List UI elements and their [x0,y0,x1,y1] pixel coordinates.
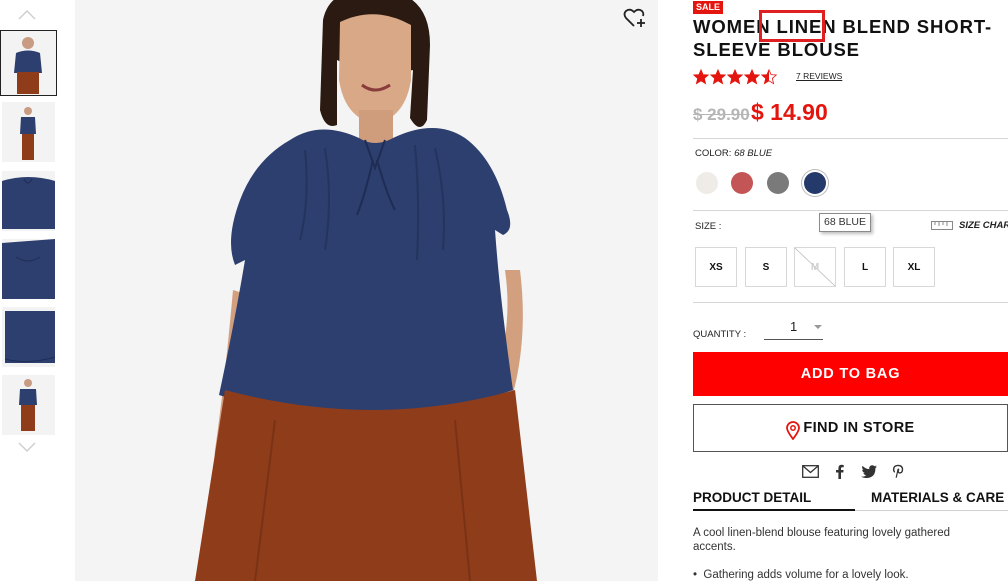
divider [693,138,1008,139]
product-info-panel: SALE WOMEN LINEN BLEND SHORT-SLEEVE BLOU… [693,0,1008,581]
thumbnail-2[interactable] [2,102,55,162]
color-tooltip: 68 BLUE [819,213,871,232]
twitter-icon[interactable] [859,462,878,480]
thumbnail-strip [0,0,60,581]
size-option-s[interactable]: S [745,247,787,287]
location-pin-icon [786,420,801,440]
thumbnail-1[interactable] [0,30,57,96]
mail-icon[interactable] [801,462,820,480]
rating-stars [693,69,777,85]
star-icon [744,69,760,85]
divider [693,210,1008,211]
tab-active-underline [693,509,855,511]
color-selected-value: 68 BLUE [734,148,773,159]
color-swatch-blue[interactable] [804,172,826,194]
thumbnail-6[interactable] [2,375,55,435]
quantity-value: 1 [790,319,798,334]
thumbnail-5[interactable] [2,307,55,367]
product-title: WOMEN LINEN BLEND SHORT-SLEEVE BLOUSE [693,16,993,60]
size-label: SIZE : [695,221,722,232]
find-in-store-button[interactable]: FIND IN STORE [693,404,1008,452]
ruler-icon [931,221,953,230]
add-to-bag-button[interactable]: ADD TO BAG [693,352,1008,396]
original-price: $ 29.90 [693,105,750,124]
size-option-xl[interactable]: XL [893,247,935,287]
sale-price: $ 14.90 [751,99,828,125]
tab-product-detail[interactable]: PRODUCT DETAIL [693,490,811,505]
detail-bullet: • Gathering adds volume for a lovely loo… [693,569,909,581]
color-swatch-red[interactable] [731,172,753,194]
color-swatch-off-white[interactable] [696,172,718,194]
caret-down-icon [814,325,822,329]
thumbnail-4[interactable] [2,239,55,299]
tab-underline [855,510,1008,511]
divider [693,302,1008,303]
size-option-m-unavailable[interactable]: M [794,247,836,287]
chevron-up-icon[interactable] [17,7,37,21]
facebook-icon[interactable] [830,462,849,480]
size-chart-link[interactable]: SIZE CHART [931,220,1008,231]
pinterest-icon[interactable] [888,462,907,480]
star-icon [761,69,777,85]
star-icon [727,69,743,85]
main-product-image[interactable] [75,0,658,581]
size-option-xs[interactable]: XS [695,247,737,287]
star-icon [710,69,726,85]
quantity-label: QUANTITY : [693,329,747,340]
tab-materials-care[interactable]: MATERIALS & CARE [871,490,1004,505]
favorite-add-icon[interactable] [623,7,647,29]
sale-badge: SALE [693,1,724,14]
color-label: COLOR: 68 BLUE [695,148,773,159]
share-bar [801,462,907,480]
reviews-link[interactable]: 7 REVIEWS [796,71,842,81]
thumbnail-3[interactable] [2,171,55,231]
product-description: A cool linen-blend blouse featuring love… [693,527,951,553]
chevron-down-icon[interactable] [17,441,37,455]
size-option-l[interactable]: L [844,247,886,287]
color-swatch-gray[interactable] [767,172,789,194]
star-icon [693,69,709,85]
quantity-select[interactable]: 1 [764,315,823,340]
